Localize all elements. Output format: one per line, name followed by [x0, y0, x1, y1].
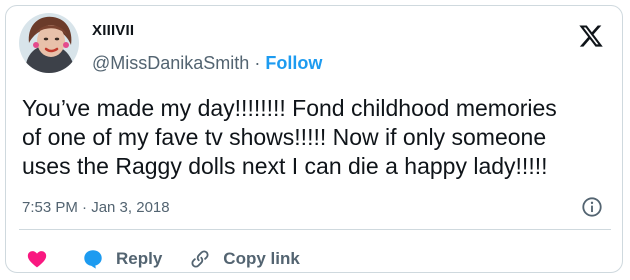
author-handle-row: @MissDanikaSmith · Follow — [92, 53, 322, 74]
x-logo-icon[interactable] — [577, 23, 605, 49]
avatar[interactable] — [19, 13, 79, 73]
info-icon[interactable] — [581, 196, 603, 218]
author-handle[interactable]: @MissDanikaSmith — [92, 53, 249, 73]
follow-button[interactable]: Follow — [265, 53, 322, 73]
tweet-text: You’ve made my day!!!!!!!! Fond childhoo… — [22, 95, 557, 179]
speech-bubble-icon — [84, 250, 102, 269]
action-bar: Reply Copy link — [26, 247, 300, 271]
copy-link-label: Copy link — [223, 249, 300, 268]
like-button[interactable] — [26, 248, 48, 270]
author-display-name[interactable]: XIIIVII — [92, 22, 134, 39]
divider — [19, 229, 611, 230]
link-icon — [191, 250, 209, 268]
tweet-timestamp[interactable]: 7:53 PM · Jan 3, 2018 — [22, 199, 170, 216]
handle-separator: · — [254, 53, 261, 73]
heart-icon — [27, 251, 47, 268]
reply-button[interactable]: Reply — [82, 248, 162, 270]
copy-link-button[interactable]: Copy link — [189, 248, 300, 270]
reply-label: Reply — [116, 249, 163, 268]
